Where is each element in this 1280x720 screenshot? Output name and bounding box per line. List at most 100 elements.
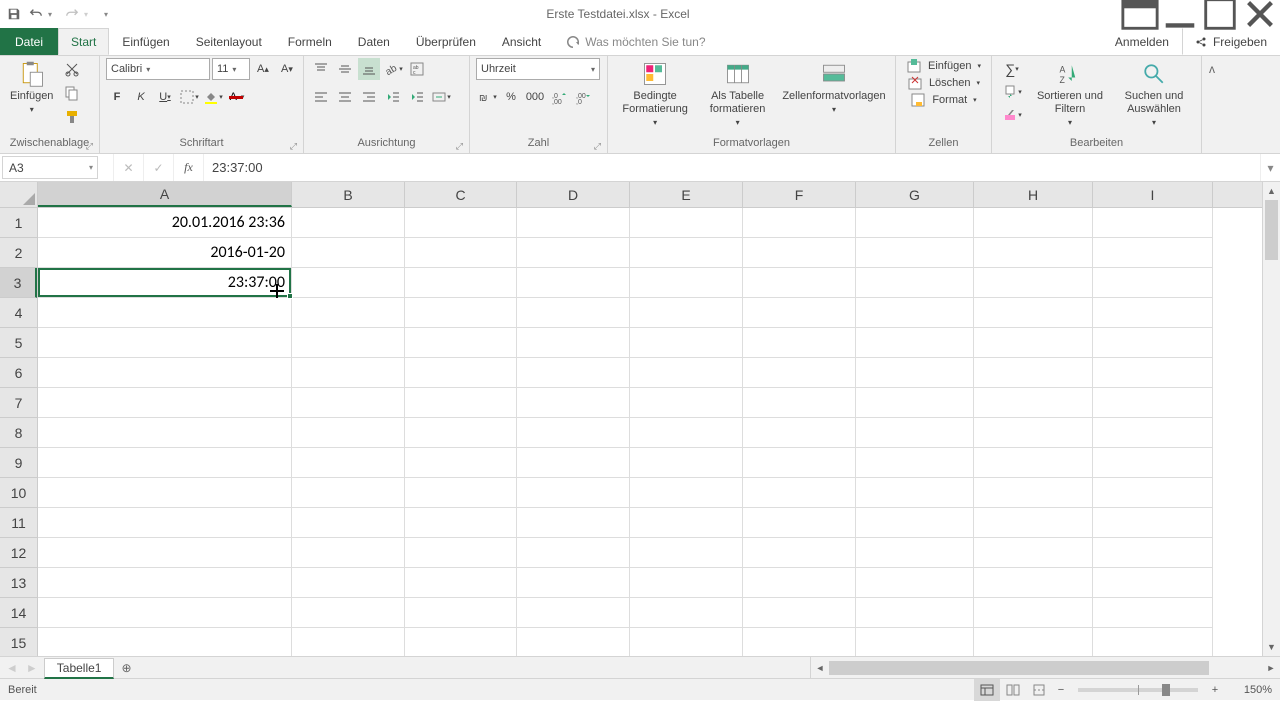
cell-A9[interactable] [38, 448, 292, 478]
cell-F14[interactable] [743, 598, 856, 628]
cell-D8[interactable] [517, 418, 630, 448]
cell-E15[interactable] [630, 628, 743, 656]
cell-I12[interactable] [1093, 538, 1213, 568]
cell-D2[interactable] [517, 238, 630, 268]
cell-B4[interactable] [292, 298, 405, 328]
cell-H13[interactable] [974, 568, 1093, 598]
cell-A2[interactable]: 2016-01-20 [38, 238, 292, 268]
tab-insert[interactable]: Einfügen [109, 28, 182, 55]
bold-button[interactable]: F [106, 86, 128, 108]
cell-E3[interactable] [630, 268, 743, 298]
horizontal-scrollbar[interactable]: ◄ ► [810, 657, 1280, 678]
fill-color-icon[interactable]: ▾ [202, 86, 224, 108]
cell-G14[interactable] [856, 598, 974, 628]
format-cells-button[interactable]: Format ▾ [910, 92, 976, 108]
zoom-in-button[interactable]: + [1206, 684, 1224, 696]
row-header-7[interactable]: 7 [0, 388, 37, 418]
cell-I14[interactable] [1093, 598, 1213, 628]
merge-center-icon[interactable]: ▾ [430, 86, 452, 108]
sheet-nav-next-icon[interactable]: ► [26, 661, 38, 675]
undo-icon[interactable] [26, 0, 46, 28]
cell-E11[interactable] [630, 508, 743, 538]
undo-dropdown-icon[interactable]: ▾ [48, 10, 60, 19]
cell-D12[interactable] [517, 538, 630, 568]
cell-I1[interactable] [1093, 208, 1213, 238]
underline-button[interactable]: U ▾ [154, 86, 176, 108]
cell-E9[interactable] [630, 448, 743, 478]
decrease-font-icon[interactable]: A▾ [276, 58, 298, 80]
format-painter-icon[interactable] [61, 106, 83, 128]
cell-D6[interactable] [517, 358, 630, 388]
vscroll-thumb[interactable] [1265, 200, 1278, 260]
row-header-4[interactable]: 4 [0, 298, 37, 328]
cell-E13[interactable] [630, 568, 743, 598]
cell-G4[interactable] [856, 298, 974, 328]
cell-D13[interactable] [517, 568, 630, 598]
page-break-view-icon[interactable] [1026, 679, 1052, 701]
cell-E6[interactable] [630, 358, 743, 388]
cell-D5[interactable] [517, 328, 630, 358]
cell-A7[interactable] [38, 388, 292, 418]
cell-F9[interactable] [743, 448, 856, 478]
row-header-8[interactable]: 8 [0, 418, 37, 448]
cell-E4[interactable] [630, 298, 743, 328]
cell-A5[interactable] [38, 328, 292, 358]
scroll-right-icon[interactable]: ► [1262, 663, 1280, 673]
cell-H1[interactable] [974, 208, 1093, 238]
cell-C4[interactable] [405, 298, 517, 328]
sort-filter-button[interactable]: AZ Sortieren und Filtern▾ [1030, 58, 1110, 130]
cell-E14[interactable] [630, 598, 743, 628]
tab-review[interactable]: Überprüfen [403, 28, 489, 55]
cell-E12[interactable] [630, 538, 743, 568]
cell-G13[interactable] [856, 568, 974, 598]
align-right-icon[interactable] [358, 86, 380, 108]
conditional-formatting-button[interactable]: Bedingte Formatierung▾ [614, 58, 696, 130]
page-layout-view-icon[interactable] [1000, 679, 1026, 701]
tell-me-search[interactable]: Was möchten Sie tun? [554, 28, 718, 55]
cell-I7[interactable] [1093, 388, 1213, 418]
cell-C8[interactable] [405, 418, 517, 448]
row-header-14[interactable]: 14 [0, 598, 37, 628]
cell-F8[interactable] [743, 418, 856, 448]
cell-E2[interactable] [630, 238, 743, 268]
cell-G11[interactable] [856, 508, 974, 538]
cell-B13[interactable] [292, 568, 405, 598]
cell-A12[interactable] [38, 538, 292, 568]
italic-button[interactable]: K [130, 86, 152, 108]
font-launcher-icon[interactable]: ⤢ [290, 141, 297, 152]
cell-G2[interactable] [856, 238, 974, 268]
align-middle-icon[interactable] [334, 58, 356, 80]
column-header-I[interactable]: I [1093, 182, 1213, 207]
comma-format-icon[interactable]: 000 [524, 86, 546, 108]
row-header-6[interactable]: 6 [0, 358, 37, 388]
sheet-nav-prev-icon[interactable]: ◄ [6, 661, 18, 675]
spreadsheet-grid[interactable]: ABCDEFGHI 123456789101112131415 20.01.20… [0, 182, 1262, 656]
cell-E7[interactable] [630, 388, 743, 418]
cell-H15[interactable] [974, 628, 1093, 656]
minimize-button[interactable] [1160, 0, 1200, 28]
column-header-G[interactable]: G [856, 182, 974, 207]
cell-G1[interactable] [856, 208, 974, 238]
row-header-11[interactable]: 11 [0, 508, 37, 538]
cell-F2[interactable] [743, 238, 856, 268]
cell-G10[interactable] [856, 478, 974, 508]
formula-input[interactable]: 23:37:00 [204, 154, 1260, 181]
cell-H11[interactable] [974, 508, 1093, 538]
zoom-slider[interactable] [1078, 688, 1198, 692]
cell-B5[interactable] [292, 328, 405, 358]
cell-C11[interactable] [405, 508, 517, 538]
cell-C2[interactable] [405, 238, 517, 268]
new-sheet-button[interactable]: ⊕ [114, 657, 138, 678]
format-as-table-button[interactable]: Als Tabelle formatieren▾ [700, 58, 775, 130]
align-left-icon[interactable] [310, 86, 332, 108]
cell-H8[interactable] [974, 418, 1093, 448]
cell-H14[interactable] [974, 598, 1093, 628]
row-header-15[interactable]: 15 [0, 628, 37, 656]
cell-C7[interactable] [405, 388, 517, 418]
cell-H2[interactable] [974, 238, 1093, 268]
find-select-button[interactable]: Suchen und Auswählen▾ [1114, 58, 1194, 130]
cell-H4[interactable] [974, 298, 1093, 328]
align-top-icon[interactable] [310, 58, 332, 80]
tab-formulas[interactable]: Formeln [275, 28, 345, 55]
number-launcher-icon[interactable]: ⤢ [594, 141, 601, 152]
